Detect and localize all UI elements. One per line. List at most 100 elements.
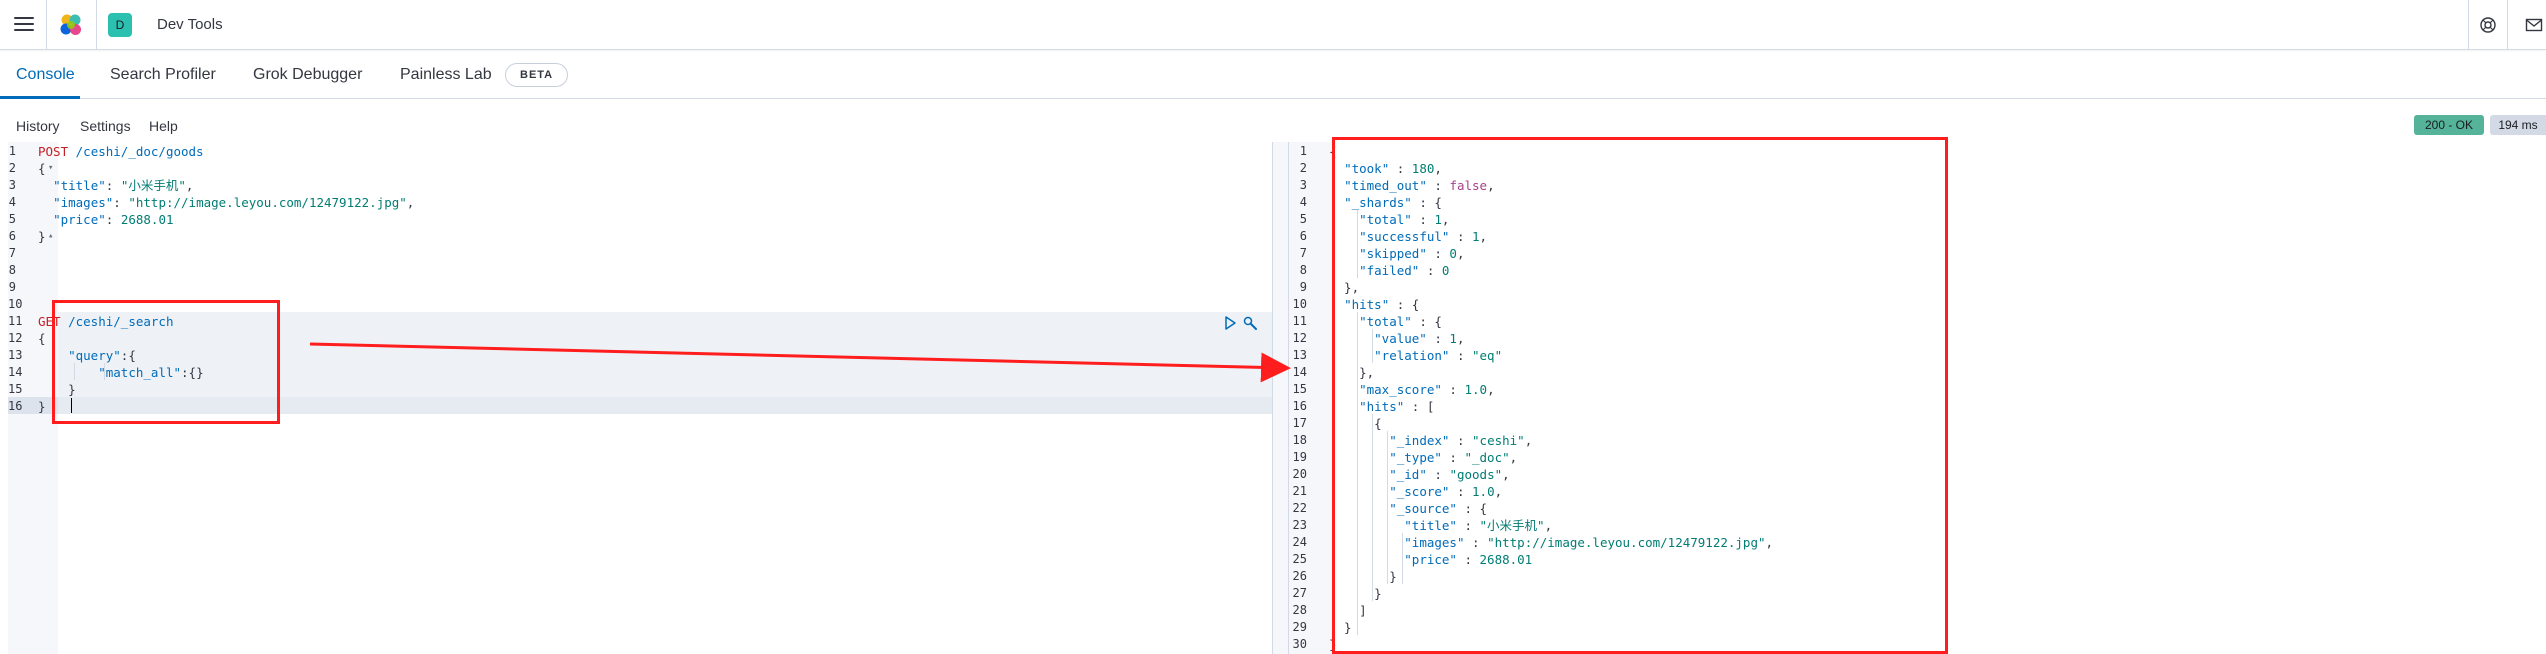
code-line: } <box>38 229 46 244</box>
code-line: "images" : "http://image.leyou.com/12479… <box>1404 535 1774 550</box>
line-number: 19 <box>1292 450 1307 464</box>
tab-grok-debugger[interactable]: Grok Debugger <box>253 64 362 86</box>
response-editor[interactable]: 1 {2 "took" : 180, 3 "timed_out" : false, 4… <box>1289 142 2546 654</box>
tab-search-profiler[interactable]: Search Profiler <box>110 64 216 86</box>
annotation-arrow <box>309 342 1291 383</box>
line-number: 8 <box>1299 263 1307 277</box>
code-line: { <box>1329 416 1382 431</box>
request-editor[interactable]: 1 POST /ceshi/_doc/goods 2 {3 "title": "小米手… <box>8 142 1272 654</box>
code-line: "total" : 1, <box>1359 212 1450 227</box>
editor-resize-handle[interactable] <box>1272 142 1289 654</box>
history-link[interactable]: History <box>16 117 60 135</box>
tab-console[interactable]: Console <box>16 64 75 86</box>
line-number: 4 <box>8 195 16 209</box>
line-number: 2 <box>8 161 16 175</box>
fold-toggle-icon[interactable]: ▴ <box>48 228 53 245</box>
code-line: "price" : 2688.01 <box>1404 552 1533 567</box>
line-number: 25 <box>1292 552 1307 566</box>
line-number: 28 <box>1292 603 1307 617</box>
code-line: ] <box>1329 603 1367 618</box>
header-divider <box>2468 0 2469 50</box>
code-line: "failed" : 0 <box>1359 263 1450 278</box>
code-line: } <box>38 399 46 414</box>
tab-painless-lab[interactable]: Painless Lab <box>400 64 492 86</box>
code-line: } <box>1329 569 1397 584</box>
text-cursor <box>71 398 72 413</box>
line-number: 24 <box>1292 535 1307 549</box>
settings-link[interactable]: Settings <box>80 117 131 135</box>
line-number: 16 <box>1292 399 1307 413</box>
code-line: "total" : { <box>1359 314 1442 329</box>
line-number: 3 <box>8 178 16 192</box>
space-avatar[interactable]: D <box>108 13 132 37</box>
line-number: 1 <box>8 144 16 158</box>
code-line: "query":{ <box>68 348 136 363</box>
code-line: GET /ceshi/_search <box>38 314 174 329</box>
line-number: 15 <box>8 382 23 396</box>
code-line: "took" : 180, <box>1344 161 1442 176</box>
active-tab-indicator <box>0 96 80 99</box>
code-line: "hits" : [ <box>1359 399 1435 414</box>
elastic-logo-icon[interactable] <box>58 12 84 38</box>
line-number: 13 <box>8 348 23 362</box>
code-line: { <box>1329 144 1337 159</box>
code-line: "price": 2688.01 <box>53 212 174 227</box>
line-number: 6 <box>1299 229 1307 243</box>
header-divider <box>96 0 97 50</box>
line-number: 15 <box>1292 382 1307 396</box>
code-line: "timed_out" : false, <box>1344 178 1495 193</box>
line-number: 10 <box>1292 297 1307 311</box>
help-globe-icon[interactable] <box>2479 16 2497 34</box>
line-number: 9 <box>1299 280 1307 294</box>
line-number: 5 <box>8 212 16 226</box>
status-badge: 200 - OK <box>2414 115 2484 135</box>
code-line: "successful" : 1, <box>1359 229 1488 244</box>
line-number: 12 <box>8 331 23 345</box>
line-number: 22 <box>1292 501 1307 515</box>
line-number: 11 <box>1292 314 1307 328</box>
help-link[interactable]: Help <box>149 117 178 135</box>
line-number: 29 <box>1292 620 1307 634</box>
code-line: "relation" : "eq" <box>1374 348 1503 363</box>
line-number: 17 <box>1292 416 1307 430</box>
line-number: 11 <box>8 314 23 328</box>
code-line: "images": "http://image.leyou.com/124791… <box>53 195 415 210</box>
fold-toggle-icon[interactable]: ▾ <box>48 160 53 177</box>
run-request-icon[interactable] <box>1222 315 1238 331</box>
code-line: "_id" : "goods", <box>1389 467 1510 482</box>
menu-icon[interactable] <box>14 17 34 33</box>
line-number: 1 <box>1299 144 1307 158</box>
code-line: "_index" : "ceshi", <box>1389 433 1533 448</box>
line-number: 30 <box>1292 637 1307 651</box>
beta-badge: BETA <box>505 63 569 87</box>
page-title: Dev Tools <box>157 16 223 33</box>
line-number: 18 <box>1292 433 1307 447</box>
code-line: { <box>38 161 46 176</box>
code-line: } <box>1329 620 1352 635</box>
line-number: 27 <box>1292 586 1307 600</box>
line-number: 2 <box>1299 161 1307 175</box>
code-line: }, <box>1329 280 1360 295</box>
header-divider <box>46 0 47 50</box>
code-line: "match_all":{} <box>98 365 204 380</box>
line-number: 7 <box>1299 246 1307 260</box>
code-line: } <box>38 382 76 397</box>
wrench-icon[interactable] <box>1242 315 1258 331</box>
code-line: POST /ceshi/_doc/goods <box>38 144 204 159</box>
active-line <box>58 397 1272 414</box>
mail-icon[interactable] <box>2525 16 2543 34</box>
header-divider <box>2507 0 2508 50</box>
code-line: "_type" : "_doc", <box>1389 450 1518 465</box>
code-line: }, <box>1329 365 1375 380</box>
code-line: "_score" : 1.0, <box>1389 484 1503 499</box>
line-number: 16 <box>8 399 23 413</box>
dev-tools-tabs: Console Search Profiler Grok Debugger Pa… <box>0 51 2546 99</box>
line-number: 6 <box>8 229 16 243</box>
line-number: 5 <box>1299 212 1307 226</box>
code-line: "_source" : { <box>1389 501 1488 516</box>
line-number: 20 <box>1292 467 1307 481</box>
code-line: "title" : "小米手机", <box>1404 518 1553 533</box>
code-line: "skipped" : 0, <box>1359 246 1465 261</box>
code-line: } <box>1329 586 1382 601</box>
line-number: 4 <box>1299 195 1307 209</box>
